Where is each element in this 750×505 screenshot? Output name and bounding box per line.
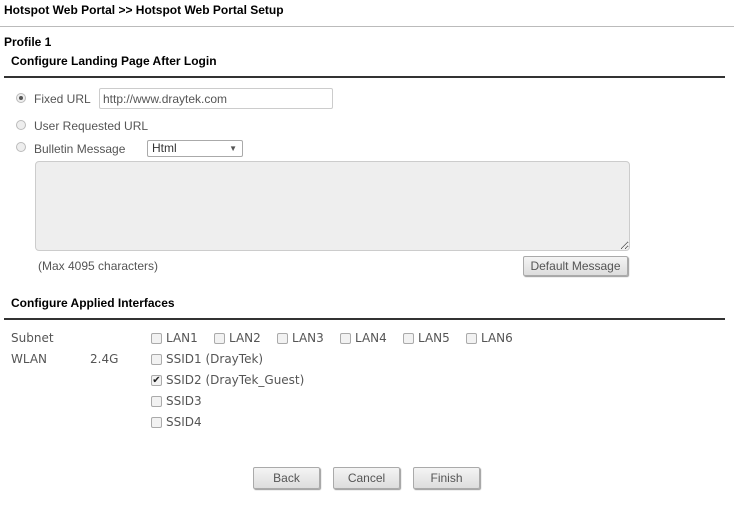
lan-label: LAN1	[166, 331, 198, 345]
default-message-button[interactable]: Default Message	[523, 256, 628, 276]
bulletin-message-label: Bulletin Message	[34, 142, 126, 156]
ssid-label: SSID4	[166, 415, 202, 429]
divider	[0, 26, 734, 27]
finish-button[interactable]: Finish	[413, 467, 480, 489]
profile-name: Profile 1	[4, 35, 52, 49]
lan-checkbox[interactable]	[466, 333, 477, 344]
lan-label: LAN4	[355, 331, 387, 345]
lan-label: LAN2	[229, 331, 261, 345]
lan-checkbox[interactable]	[340, 333, 351, 344]
bulletin-message-radio[interactable]	[16, 142, 26, 152]
ssid-label: SSID3	[166, 394, 202, 408]
ssid-label: SSID1 (DrayTek)	[166, 352, 264, 366]
ssid-checkbox[interactable]	[151, 354, 162, 365]
divider	[4, 76, 725, 78]
landing-heading: Configure Landing Page After Login	[11, 54, 217, 68]
wlan-label: WLAN	[11, 352, 48, 366]
user-requested-url-radio[interactable]	[16, 120, 26, 130]
selected-value: Html	[152, 141, 177, 155]
fixed-url-label: Fixed URL	[34, 92, 91, 106]
lan-label: LAN3	[292, 331, 324, 345]
chevron-down-icon: ▼	[229, 144, 237, 153]
fixed-url-radio[interactable]	[16, 93, 26, 103]
lan-checkbox[interactable]	[403, 333, 414, 344]
lan-checkbox[interactable]	[151, 333, 162, 344]
back-button[interactable]: Back	[253, 467, 320, 489]
lan-checkbox[interactable]	[214, 333, 225, 344]
fixed-url-input[interactable]	[99, 88, 333, 109]
cancel-button[interactable]: Cancel	[333, 467, 400, 489]
user-requested-url-label: User Requested URL	[34, 119, 149, 133]
lan-label: LAN6	[481, 331, 513, 345]
ssid-checkbox[interactable]: ✔	[151, 375, 162, 386]
band-label: 2.4G	[90, 352, 119, 366]
bulletin-message-textarea[interactable]	[35, 161, 630, 251]
page-title: Hotspot Web Portal >> Hotspot Web Portal…	[4, 3, 284, 17]
ssid-label: SSID2 (DrayTek_Guest)	[166, 373, 305, 387]
lan-checkbox[interactable]	[277, 333, 288, 344]
lan-label: LAN5	[418, 331, 450, 345]
ssid-checkbox[interactable]	[151, 417, 162, 428]
interfaces-heading: Configure Applied Interfaces	[11, 296, 175, 310]
bulletin-format-select[interactable]: Html ▼	[147, 140, 243, 157]
max-chars-hint: (Max 4095 characters)	[38, 259, 159, 273]
subnet-label: Subnet	[11, 331, 54, 345]
divider	[4, 318, 725, 320]
ssid-checkbox[interactable]	[151, 396, 162, 407]
